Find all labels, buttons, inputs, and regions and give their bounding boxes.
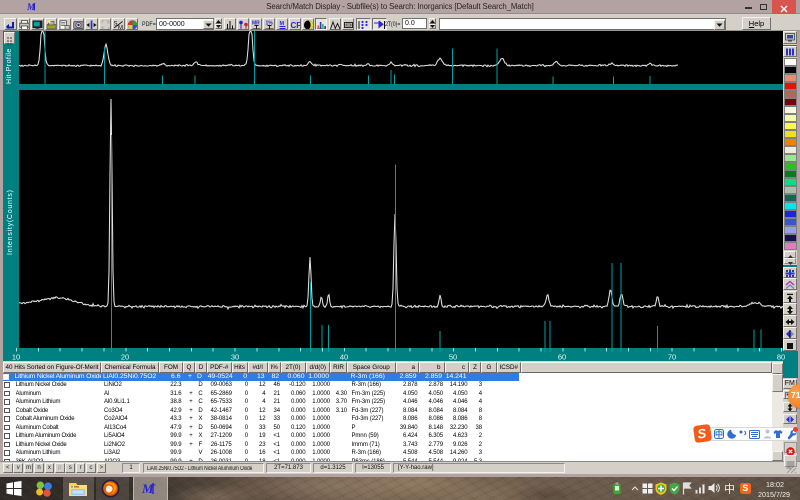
svg-text:80: 80	[777, 353, 785, 362]
svg-text:中: 中	[724, 482, 735, 495]
svg-text:M: M	[142, 481, 154, 496]
